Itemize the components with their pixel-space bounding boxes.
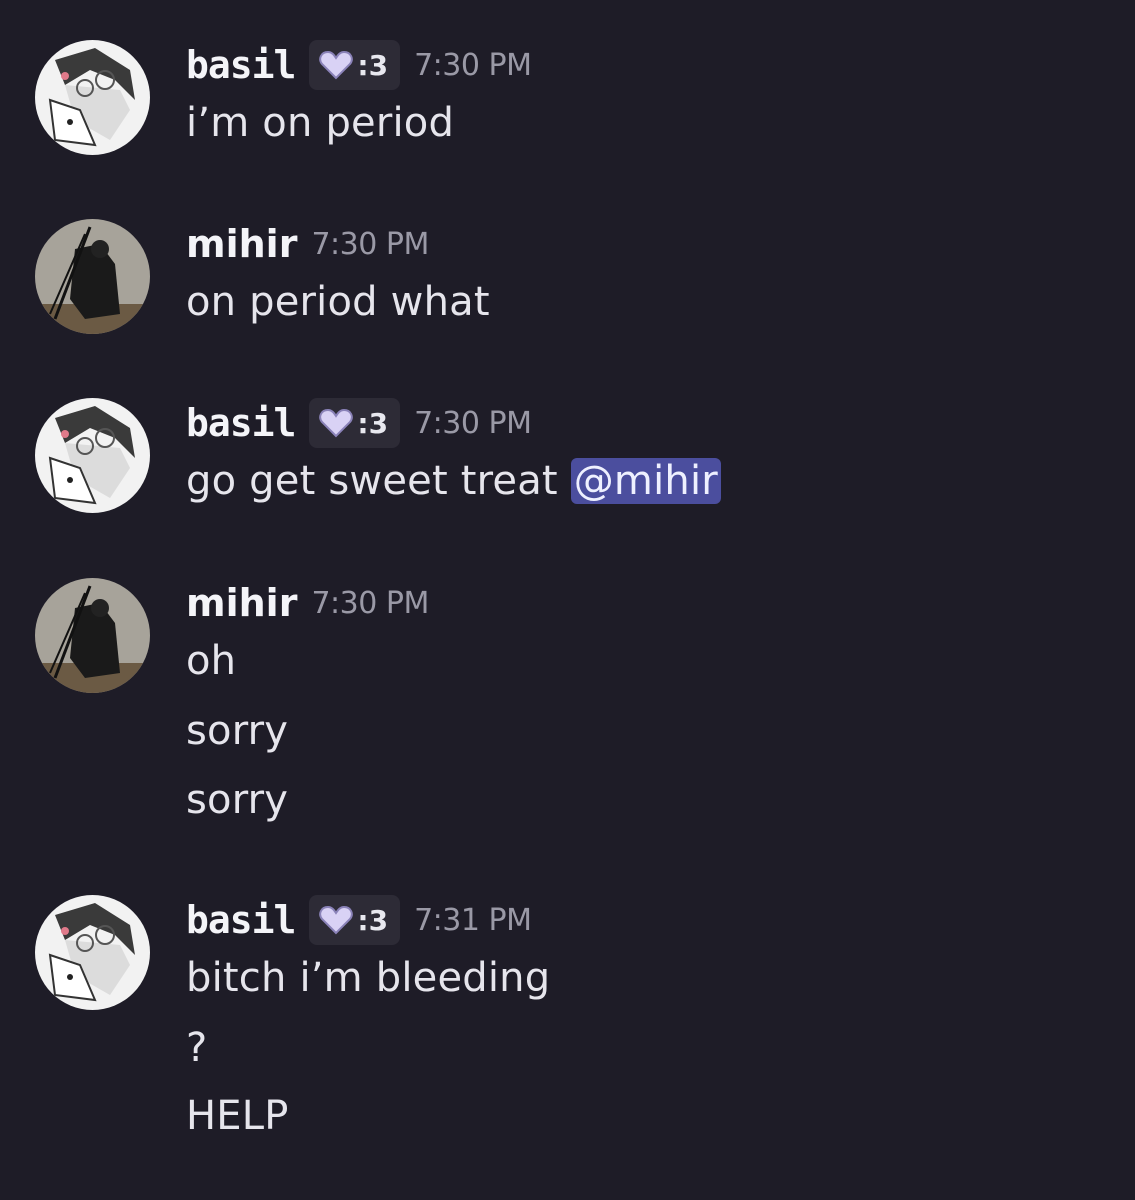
message-text: bitch i’m bleeding xyxy=(186,955,551,1001)
message-text: i’m on period xyxy=(186,100,455,146)
username[interactable]: mihir xyxy=(186,581,297,625)
tag-text: :3 xyxy=(357,48,389,82)
username[interactable]: basil xyxy=(186,898,296,942)
guild-tag[interactable]: :3 xyxy=(309,398,401,448)
avatar[interactable] xyxy=(35,40,150,155)
message-text-content: go get sweet treat xyxy=(186,458,571,504)
message-text: HELP xyxy=(186,1093,289,1139)
timestamp: 7:30 PM xyxy=(311,585,429,621)
timestamp: 7:30 PM xyxy=(414,405,532,441)
heart-icon xyxy=(319,905,354,935)
timestamp: 7:31 PM xyxy=(414,902,532,938)
username[interactable]: mihir xyxy=(186,222,297,266)
guild-tag[interactable]: :3 xyxy=(309,40,401,90)
avatar[interactable] xyxy=(35,398,150,513)
username[interactable]: basil xyxy=(186,401,296,445)
avatar[interactable] xyxy=(35,219,150,334)
message-text: on period what xyxy=(186,279,490,325)
chat-view: { "messages": [ { "author": "basil", "ta… xyxy=(0,0,1135,1200)
timestamp: 7:30 PM xyxy=(311,226,429,262)
timestamp: 7:30 PM xyxy=(414,47,532,83)
message-text: go get sweet treat @mihir xyxy=(186,458,721,504)
avatar[interactable] xyxy=(35,895,150,1010)
message-text: ? xyxy=(186,1025,208,1071)
username[interactable]: basil xyxy=(186,43,296,87)
message-text: oh xyxy=(186,638,237,684)
message-text: sorry xyxy=(186,708,289,754)
tag-text: :3 xyxy=(357,903,389,937)
heart-icon xyxy=(319,50,354,80)
tag-text: :3 xyxy=(357,406,389,440)
message-text: sorry xyxy=(186,777,289,823)
avatar[interactable] xyxy=(35,578,150,693)
user-mention[interactable]: @mihir xyxy=(570,458,721,504)
heart-icon xyxy=(319,408,354,438)
guild-tag[interactable]: :3 xyxy=(309,895,401,945)
